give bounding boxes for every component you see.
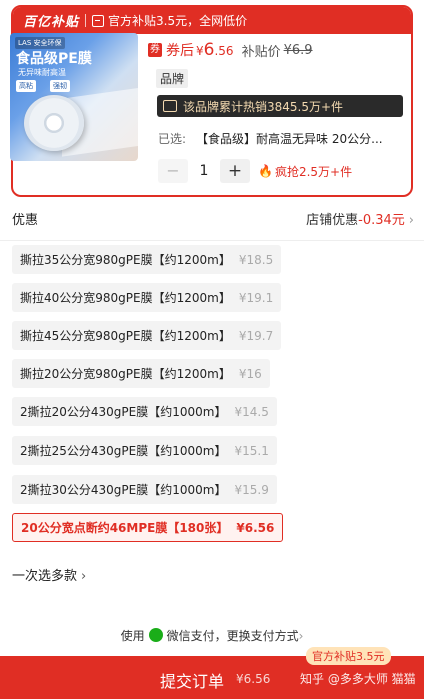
image-subtitle: 无异味耐高温 [18,68,66,77]
banner-brand: 百亿补贴 [23,15,80,30]
chevron-right-icon: › [408,213,414,228]
sku-price: ¥15.9 [234,482,269,497]
after-coupon-label: 券后 [166,43,194,59]
selected-label: 已选: [158,132,187,146]
submit-order-button[interactable]: 官方补贴3.5元 提交订单 ¥6.56 知乎 @多多大师 猫猫 [0,647,424,699]
store-discount-label: 店铺优惠 [306,213,359,228]
coupon-price: ¥6.56 [196,40,234,60]
banner-text: 官方补贴3.5元，全网低价 [108,14,248,28]
sku-name: 2撕拉30公分430gPE膜【约1000m】 [20,483,227,497]
price-int: 6 [203,40,215,60]
discount-label: 优惠 [12,213,39,228]
sku-name: 撕拉45公分宽980gPE膜【约1200m】 [20,329,231,343]
sku-name: 2撕拉25公分430gPE膜【约1000m】 [20,444,227,458]
sku-name: 撕拉20公分宽980gPE膜【约1200m】 [20,367,231,381]
payment-method: 微信支付，更换支付方式 [166,629,299,643]
chevron-right-icon: › [298,629,304,643]
brand-hot-sales: 该品牌累计热销3845.5万+件 [157,95,403,117]
selected-value: 【食品级】耐高温无异味 20公分... [196,132,383,146]
sku-price: ¥15.1 [234,443,269,458]
subsidy-banner: 百亿补贴 官方补贴3.5元，全网低价 [13,7,411,34]
sku-price: ¥19.7 [238,328,274,343]
subsidy-icon [92,14,105,27]
watermark: 知乎 @多多大师 猫猫 [300,672,416,686]
payment-method-row[interactable]: 使用 微信支付，更换支付方式› [0,627,424,644]
sku-price: ¥6.56 [236,520,275,535]
payment-prefix: 使用 [120,629,145,643]
coupon-icon: 券 [148,43,162,57]
sku-price: ¥16 [238,366,262,381]
price-row: 券 券后 ¥6.56 补贴价 ¥6.9 [148,40,313,60]
sku-option[interactable]: 2撕拉25公分430gPE膜【约1000m】 ¥15.1 [12,436,277,465]
banner-divider [85,14,87,27]
sku-name: 撕拉35公分宽980gPE膜【约1200m】 [20,253,231,267]
image-badge-2: 强韧 [50,80,70,92]
sku-name: 20公分宽点断约46MPE膜【180张】 [21,521,229,535]
increase-button[interactable]: + [220,159,250,183]
sku-option[interactable]: 2撕拉20公分430gPE膜【约1000m】 ¥14.5 [12,397,277,426]
subsidy-price: ¥6.9 [283,42,313,58]
discount-row[interactable]: 优惠 店铺优惠-0.34元 › [0,207,424,229]
sku-name: 2撕拉20公分430gPE膜【约1000m】 [20,405,227,419]
sku-option[interactable]: 撕拉20公分宽980gPE膜【约1200m】 ¥16 [12,359,270,388]
image-badge-1: 高粘 [16,80,36,92]
divider [0,240,424,241]
store-discount[interactable]: 店铺优惠-0.34元 › [306,209,414,228]
sku-option[interactable]: 2撕拉30公分430gPE膜【约1000m】 ¥15.9 [12,475,277,504]
wechat-pay-icon [148,628,163,642]
brand-icon [163,100,177,112]
sku-option[interactable]: 撕拉45公分宽980gPE膜【约1200m】 ¥19.7 [12,321,282,350]
subsidy-price-label: 补贴价 [241,44,281,60]
sku-option[interactable]: 撕拉35公分宽980gPE膜【约1200m】 ¥18.5 [12,245,282,274]
product-image[interactable]: LAS 安全环保 食品级PE膜 无异味耐高温 高粘 强韧 [10,33,138,161]
flame-icon: 🔥 [258,164,273,178]
multi-select-label: 一次选多款 [12,569,78,584]
submit-price: ¥6.56 [236,672,271,686]
brand-tag[interactable]: 品牌 [156,69,189,88]
image-title: 食品级PE膜 [16,51,92,67]
multi-select-link[interactable]: 一次选多款 › [12,565,86,584]
sku-price: ¥18.5 [238,252,274,267]
sku-price: ¥14.5 [234,404,269,419]
grab-count: 疯抢2.5万+件 [274,164,353,179]
price-dec: .56 [214,44,234,58]
sku-name: 撕拉40公分宽980gPE膜【约1200m】 [20,291,231,305]
sku-price: ¥19.1 [238,290,274,305]
roll-graphic [24,95,84,151]
subsidy-badge: 官方补贴3.5元 [306,647,391,665]
decrease-button[interactable]: − [158,159,188,183]
store-discount-value: -0.34元 [358,213,405,228]
chevron-right-icon: › [81,569,87,584]
quantity-stepper: − 1 + 🔥 疯抢2.5万+件 [158,159,352,183]
sku-option[interactable]: 撕拉40公分宽980gPE膜【约1200m】 ¥19.1 [12,283,282,312]
quantity-value[interactable]: 1 [188,163,220,179]
sku-option-selected[interactable]: 20公分宽点断约46MPE膜【180张】 ¥6.56 [12,513,284,542]
selected-sku[interactable]: 已选: 【食品级】耐高温无异味 20公分... [158,130,398,147]
hot-sales-text: 该品牌累计热销3845.5万+件 [183,99,344,114]
submit-label: 提交订单 [160,672,225,691]
price-symbol: ¥ [196,44,204,58]
